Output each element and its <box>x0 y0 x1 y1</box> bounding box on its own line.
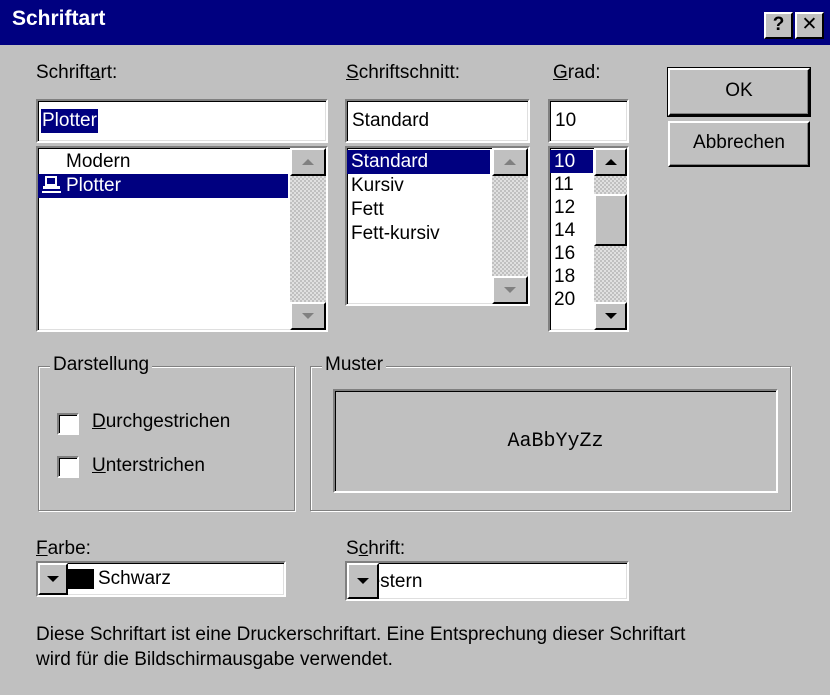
size-list-scrollbar[interactable] <box>594 148 627 330</box>
script-label: Schrift: <box>346 538 406 559</box>
info-text-line-1: Diese Schriftart ist eine Druckerschrift… <box>36 624 686 645</box>
style-list-item[interactable]: Standard <box>347 150 490 174</box>
style-label: Schriftschnitt: <box>346 62 461 83</box>
printer-font-icon <box>42 176 61 193</box>
font-input-value: Plotter <box>41 109 98 133</box>
style-scroll-up-button[interactable] <box>492 148 528 176</box>
arrow-down-icon <box>504 287 516 293</box>
effects-group <box>38 366 295 511</box>
font-list-scrollbar[interactable] <box>290 148 326 330</box>
style-scroll-down-button[interactable] <box>492 276 528 304</box>
size-input[interactable]: 10 <box>548 99 629 143</box>
style-list[interactable]: Standard Kursiv Fett Fett-kursiv <box>345 146 530 306</box>
strikethrough-label[interactable]: Durchgestrichen <box>92 411 230 433</box>
ok-button[interactable]: OK <box>667 67 811 117</box>
chevron-down-icon <box>47 576 59 582</box>
font-input[interactable]: Plotter <box>36 99 328 143</box>
title-bar[interactable] <box>0 0 830 45</box>
color-dropdown-button[interactable] <box>38 563 68 595</box>
arrow-down-icon <box>302 313 314 319</box>
size-scroll-up-button[interactable] <box>594 148 627 176</box>
font-list-item-modern[interactable]: Modern <box>38 150 326 174</box>
info-text-line-2: wird für die Bildschirmausgabe verwendet… <box>36 649 393 670</box>
font-scroll-down-button[interactable] <box>290 302 326 330</box>
size-list-item[interactable]: 10 <box>550 150 593 173</box>
arrow-down-icon <box>604 313 617 319</box>
font-list-item-plotter[interactable]: Plotter <box>38 174 288 198</box>
style-input[interactable]: Standard <box>345 99 530 143</box>
script-select[interactable]: Western <box>345 561 629 601</box>
close-icon: ✕ <box>801 14 818 35</box>
cancel-button[interactable]: Abbrechen <box>668 121 810 167</box>
color-select-value: Schwarz <box>98 568 171 589</box>
arrow-up-icon <box>504 159 516 165</box>
underline-checkbox[interactable] <box>57 456 79 478</box>
close-button[interactable]: ✕ <box>795 12 824 39</box>
size-scroll-thumb[interactable] <box>594 194 627 246</box>
sample-group-title: Muster <box>322 354 387 376</box>
window-title: Schriftart <box>12 7 106 30</box>
help-button[interactable]: ? <box>764 12 793 39</box>
script-dropdown-button[interactable] <box>347 563 379 599</box>
size-label: Grad: <box>553 62 601 83</box>
color-label: Farbe: <box>36 538 91 559</box>
color-select[interactable]: Schwarz <box>36 561 286 597</box>
arrow-up-icon <box>604 159 617 165</box>
style-input-value: Standard <box>352 110 430 131</box>
size-list[interactable]: 10 11 12 14 16 18 20 <box>548 146 629 332</box>
effects-group-title: Darstellung <box>50 354 153 376</box>
style-list-scrollbar[interactable] <box>492 148 528 304</box>
strikethrough-checkbox[interactable] <box>57 413 79 435</box>
underline-label[interactable]: Unterstrichen <box>92 455 205 477</box>
font-list[interactable]: Modern Plotter <box>36 146 328 332</box>
arrow-up-icon <box>302 159 314 165</box>
font-label: Schriftart: <box>36 62 118 83</box>
sample-preview-box: AaBbYyZz <box>333 389 778 493</box>
size-scroll-down-button[interactable] <box>594 302 627 330</box>
font-scroll-up-button[interactable] <box>290 148 326 176</box>
size-input-value: 10 <box>555 110 577 131</box>
sample-text: AaBbYyZz <box>507 429 604 453</box>
chevron-down-icon <box>357 578 369 584</box>
